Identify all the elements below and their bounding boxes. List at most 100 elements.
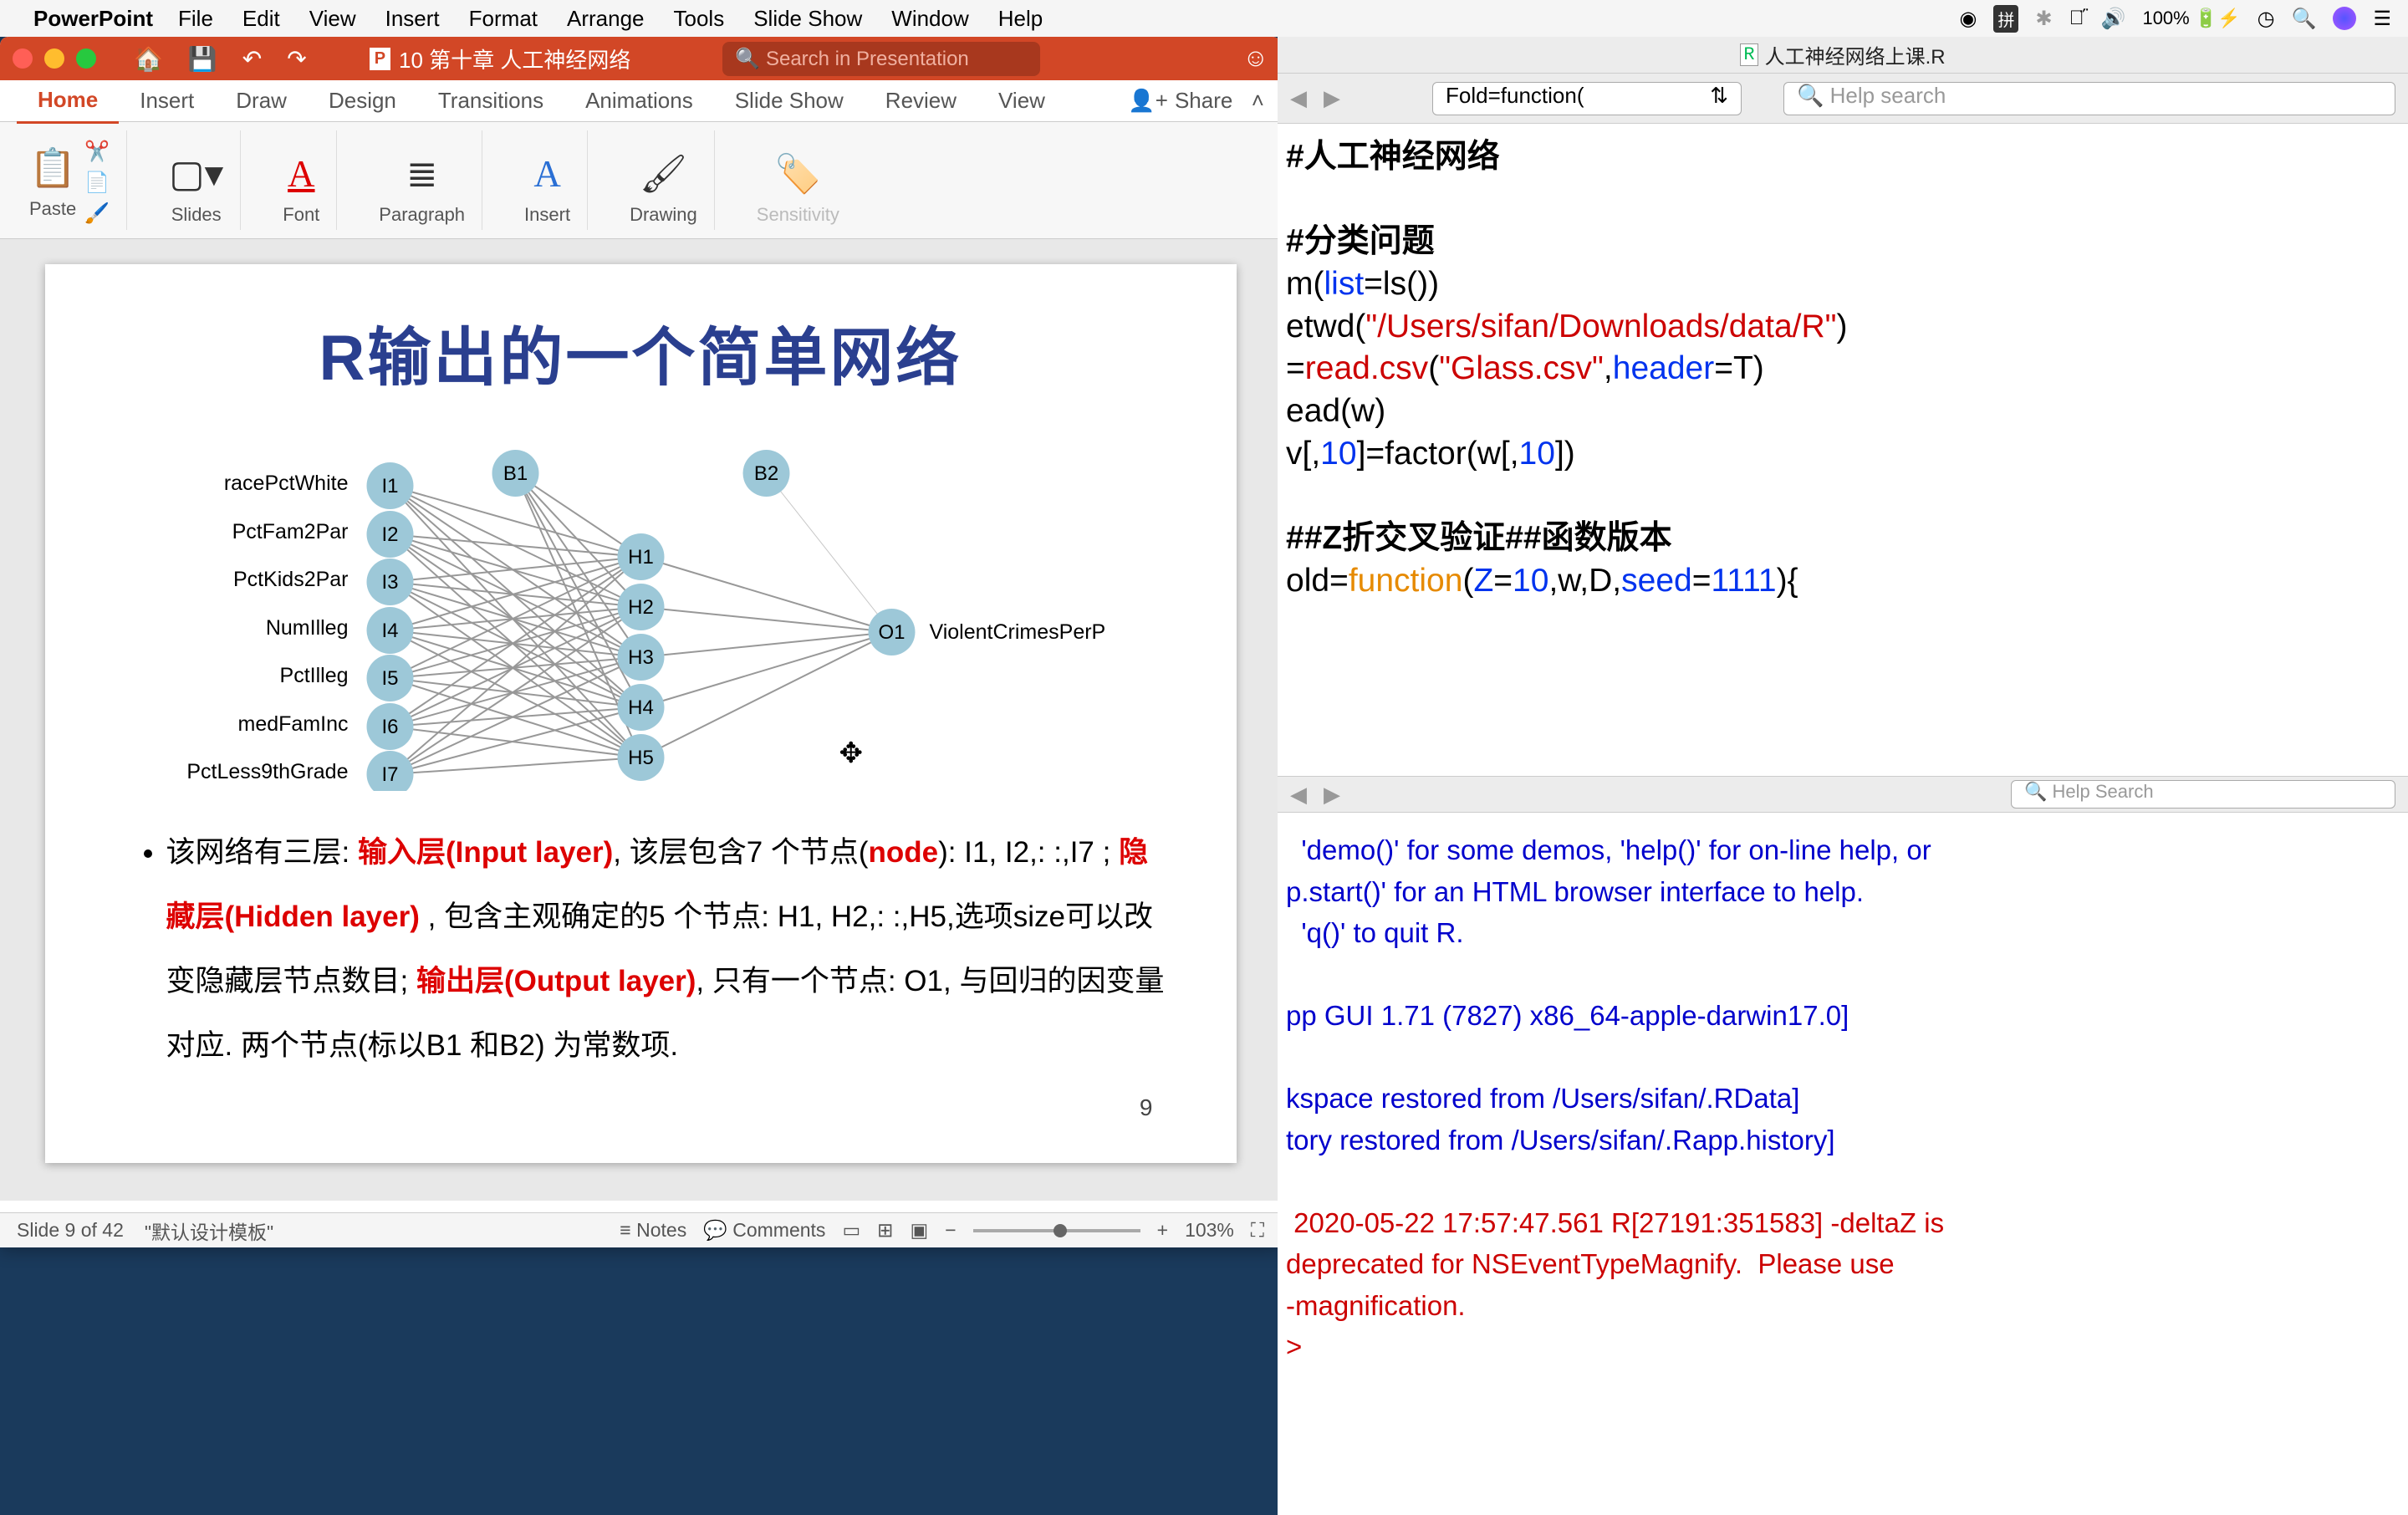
help-search-input[interactable]: 🔍 Help search	[1783, 82, 2395, 115]
current-app-name[interactable]: PowerPoint	[33, 6, 153, 32]
tab-insert[interactable]: Insert	[119, 79, 215, 122]
drawing-label: Drawing	[630, 204, 697, 226]
console-forward-icon[interactable]: ▶	[1324, 782, 1340, 808]
node-i6: I6	[381, 716, 398, 738]
ppt-statusbar: Slide 9 of 42 "默认设计模板" ≡ Notes 💬 Comment…	[0, 1212, 1281, 1247]
node-h3: H3	[628, 646, 654, 669]
tab-draw[interactable]: Draw	[215, 79, 308, 122]
menu-help[interactable]: Help	[998, 6, 1043, 32]
r-code-editor[interactable]: #人工神经网络 #分类问题 m(list=ls()) etwd("/Users/…	[1278, 124, 2408, 776]
minimize-button[interactable]	[44, 48, 64, 69]
menu-file[interactable]: File	[178, 6, 213, 32]
tab-transitions[interactable]: Transitions	[417, 79, 564, 122]
drawing-icon[interactable]: 🖌	[640, 151, 687, 196]
console-back-icon[interactable]: ◀	[1290, 782, 1307, 808]
zoom-value[interactable]: 103%	[1185, 1219, 1234, 1242]
input-label-1: PctFam2Par	[232, 520, 348, 543]
copy-icon[interactable]: 📄	[84, 171, 110, 195]
tab-animations[interactable]: Animations	[564, 79, 714, 122]
wifi-icon[interactable]: ◉᷁	[2069, 7, 2084, 30]
menu-slideshow[interactable]: Slide Show	[753, 6, 862, 32]
cut-icon[interactable]: ✂️	[84, 140, 110, 164]
ppt-titlebar: 🏠 💾 ↶ ↷ P 10 第十章 人工神经网络 🔍 Search in Pres…	[0, 37, 1281, 80]
input-method-icon[interactable]: 拼	[1993, 5, 2018, 33]
volume-icon[interactable]: 🔊	[2101, 7, 2126, 31]
r-toolbar: ◀ ▶ Fold=function(⇅ 🔍 Help search	[1278, 74, 2408, 124]
save-icon[interactable]: 💾	[188, 45, 217, 73]
document-title-text: 10 第十章 人工神经网络	[399, 43, 630, 74]
node-i4: I4	[381, 620, 398, 642]
node-i1: I1	[381, 475, 398, 497]
input-label-2: PctKids2Par	[232, 568, 348, 591]
input-label-6: PctLess9thGrade	[186, 760, 348, 783]
spotlight-icon[interactable]: 🔍	[2292, 7, 2317, 31]
paragraph-icon[interactable]: ≣	[406, 151, 438, 196]
r-file-icon: R	[1740, 43, 1758, 66]
tab-review[interactable]: Review	[865, 79, 977, 122]
font-icon[interactable]: A	[288, 152, 315, 196]
sensitivity-icon[interactable]: 🏷️	[774, 151, 821, 196]
tab-design[interactable]: Design	[308, 79, 417, 122]
slide-title: R输出的一个简单网络	[116, 306, 1166, 398]
maximize-button[interactable]	[76, 48, 96, 69]
menu-tools[interactable]: Tools	[674, 6, 725, 32]
r-console[interactable]: 'demo()' for some demos, 'help()' for on…	[1278, 813, 2408, 1385]
feedback-icon[interactable]: ☺	[1242, 44, 1268, 73]
slide-area[interactable]: R输出的一个简单网络 racePctWhite PctFam2Par PctKi…	[0, 239, 1281, 1201]
search-input[interactable]: 🔍 Search in Presentation	[722, 42, 1040, 76]
record-icon[interactable]: ◉	[1960, 7, 1977, 31]
menu-edit[interactable]: Edit	[242, 6, 280, 32]
node-h5: H5	[628, 747, 654, 769]
zoom-slider[interactable]	[973, 1229, 1140, 1232]
notes-toggle[interactable]: ≡ Notes	[620, 1219, 686, 1242]
menu-insert[interactable]: Insert	[385, 6, 440, 32]
undo-icon[interactable]: ↶	[242, 45, 262, 73]
function-selector[interactable]: Fold=function(⇅	[1432, 82, 1742, 115]
node-h4: H4	[628, 696, 654, 719]
tab-view[interactable]: View	[977, 79, 1066, 122]
view-reading-icon[interactable]: ▣	[910, 1219, 928, 1242]
menu-arrange[interactable]: Arrange	[567, 6, 645, 32]
input-label-0: racePctWhite	[223, 472, 348, 495]
window-controls	[13, 48, 96, 69]
node-h1: H1	[628, 546, 654, 569]
clock-icon[interactable]: ◷	[2258, 7, 2275, 31]
menu-view[interactable]: View	[309, 6, 356, 32]
zoom-out[interactable]: −	[945, 1219, 956, 1242]
template-name: "默认设计模板"	[145, 1217, 273, 1245]
mac-menubar: PowerPoint File Edit View Insert Format …	[0, 0, 2408, 37]
new-slide-icon[interactable]: ▢▾	[169, 151, 223, 196]
close-button[interactable]	[13, 48, 33, 69]
tab-slideshow[interactable]: Slide Show	[714, 79, 865, 122]
share-button[interactable]: 👤+ Share ˄	[1128, 88, 1264, 114]
menu-format[interactable]: Format	[469, 6, 538, 32]
fit-to-window-icon[interactable]: ⛶	[1251, 1219, 1264, 1242]
redo-icon[interactable]: ↷	[287, 45, 306, 73]
forward-icon[interactable]: ▶	[1324, 85, 1340, 111]
paste-icon[interactable]: 📋	[29, 145, 76, 190]
format-painter-icon[interactable]: 🖌️	[84, 201, 110, 226]
node-b1: B1	[503, 462, 527, 485]
bluetooth-icon[interactable]: ✱	[2035, 7, 2052, 31]
node-i7: I7	[381, 763, 398, 786]
menubar-right-icons: ◉ 拼 ✱ ◉᷁ 🔊 100% 🔋⚡ ◷ 🔍 ☰	[1960, 5, 2392, 33]
siri-icon[interactable]	[2333, 7, 2356, 30]
comments-toggle[interactable]: 💬 Comments	[703, 1219, 825, 1242]
battery-status[interactable]: 100% 🔋⚡	[2142, 8, 2240, 29]
home-icon[interactable]: 🏠	[134, 45, 163, 73]
ribbon-tabs: Home Insert Draw Design Transitions Anim…	[0, 80, 1281, 122]
control-center-icon[interactable]: ☰	[2373, 7, 2391, 31]
r-editor-window: R 人工神经网络上课.R ◀ ▶ Fold=function(⇅ 🔍 Help …	[1278, 37, 2408, 1515]
slide-canvas[interactable]: R输出的一个简单网络 racePctWhite PctFam2Par PctKi…	[45, 264, 1237, 1163]
node-i3: I3	[381, 571, 398, 594]
zoom-in[interactable]: +	[1157, 1219, 1168, 1242]
tab-home[interactable]: Home	[17, 79, 119, 124]
menu-window[interactable]: Window	[891, 6, 968, 32]
console-help-search[interactable]: 🔍 Help Search	[2011, 780, 2395, 809]
slide-bullets: 该网络有三层: 输入层(Input layer), 该层包含7 个节点(node…	[116, 820, 1166, 1078]
back-icon[interactable]: ◀	[1290, 85, 1307, 111]
view-sorter-icon[interactable]: ⊞	[877, 1219, 893, 1242]
insert-icon[interactable]: A	[533, 152, 561, 196]
view-normal-icon[interactable]: ▭	[842, 1219, 860, 1242]
output-label: ViolentCrimesPerP	[929, 620, 1105, 644]
